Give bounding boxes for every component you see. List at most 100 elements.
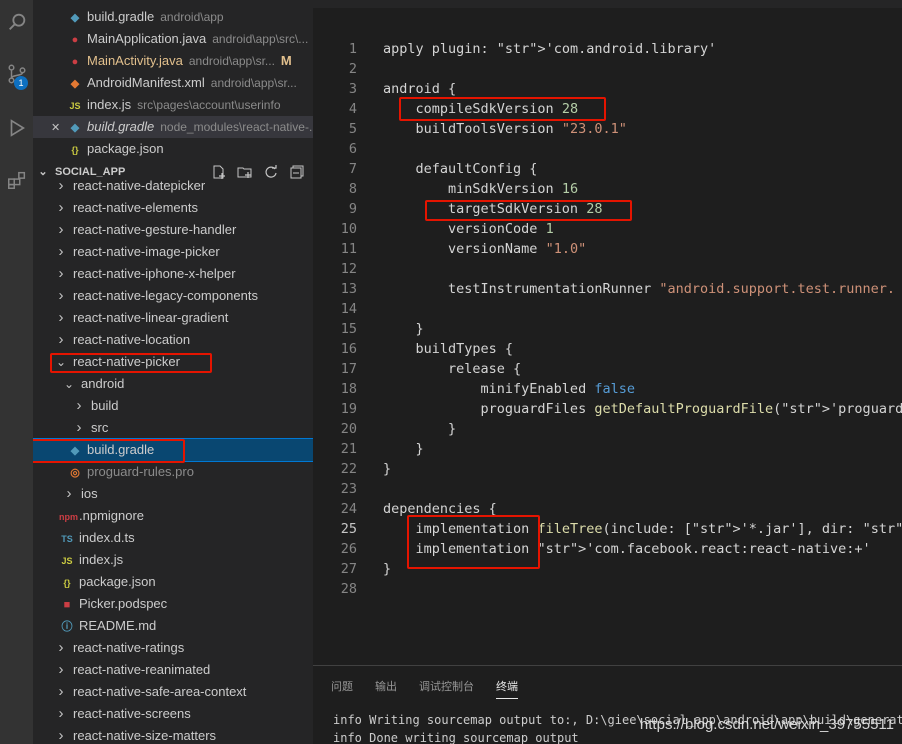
tree-file[interactable]: npm.npmignore — [33, 505, 313, 527]
md-icon: ⓘ — [61, 621, 73, 633]
terminal-line-2: info Done writing sourcemap output — [333, 731, 579, 744]
podspec-icon: ■ — [63, 599, 71, 611]
code-line: proguardFiles getDefaultProguardFile("st… — [383, 401, 902, 417]
tree-item-label: react-native-iphone-x-helper — [73, 266, 236, 281]
line-number: 20 — [340, 421, 357, 437]
chevron-right-icon: › — [66, 485, 72, 502]
run-debug-icon[interactable] — [0, 108, 33, 148]
code-line: apply plugin: "str">'com.android.library… — [383, 41, 717, 57]
open-editor-name: MainActivity.java — [87, 53, 183, 68]
tree-item-label: index.js — [79, 552, 124, 567]
extensions-icon[interactable] — [0, 160, 33, 200]
ts-icon: TS — [61, 534, 73, 544]
open-editor-name: MainApplication.java — [87, 31, 207, 46]
gradle-icon: ◆ — [70, 12, 80, 24]
open-editor-path: android\app\src\... — [212, 32, 309, 46]
chevron-down-icon: ⌄ — [63, 377, 75, 391]
panel-tab[interactable]: 终端 — [496, 678, 518, 699]
tree-file[interactable]: TS index.d.ts — [33, 527, 313, 549]
tree-folder[interactable]: › react-native-gesture-handler — [33, 219, 313, 241]
line-number: 23 — [340, 481, 357, 497]
tree-folder[interactable]: › react-native-image-picker — [33, 241, 313, 263]
highlight-tree-item — [50, 353, 212, 373]
line-number: 13 — [340, 281, 357, 297]
open-editor-item[interactable]: {} package.json — [33, 138, 313, 160]
open-editor-name: package.json — [87, 141, 164, 156]
panel-tab[interactable]: 问题 — [331, 678, 353, 699]
search-icon[interactable] — [0, 2, 33, 42]
tree-folder[interactable]: › react-native-legacy-components — [33, 285, 313, 307]
open-editor-item[interactable]: ✕ ◆ build.gradle node_modules\react-native-… — [33, 116, 313, 138]
line-number: 8 — [348, 181, 357, 197]
line-number: 27 — [340, 561, 357, 577]
tree-folder[interactable]: › react-native-location — [33, 329, 313, 351]
chevron-right-icon: › — [58, 727, 64, 744]
tree-file[interactable]: ■ Picker.podspec — [33, 593, 313, 615]
open-editor-name: index.js — [87, 97, 132, 112]
tree-file[interactable]: ⓘ README.md — [33, 615, 313, 637]
code-line: testInstrumentationRunner "android.suppo… — [383, 281, 896, 297]
open-editor-path: node_modules\react-native-... — [160, 120, 313, 134]
gradle-icon: ◆ — [70, 122, 80, 134]
xml-icon: ◆ — [70, 78, 80, 90]
tree-folder[interactable]: › react-native-screens — [33, 703, 313, 725]
tree-folder[interactable]: › react-native-reanimated — [33, 659, 313, 681]
open-editor-item[interactable]: ◆ build.gradle android\app — [33, 6, 313, 28]
tree-item-label: react-native-size-matters — [73, 728, 217, 743]
tree-folder[interactable]: › react-native-datepicker — [33, 175, 313, 197]
code-line: buildToolsVersion "23.0.1" — [383, 121, 627, 137]
open-editor-name: AndroidManifest.xml — [87, 75, 205, 90]
tree-folder[interactable]: › ios — [33, 483, 313, 505]
tree-folder[interactable]: ⌄ android — [33, 373, 313, 395]
tree-folder[interactable]: › react-native-linear-gradient — [33, 307, 313, 329]
tree-folder[interactable]: › react-native-size-matters — [33, 725, 313, 744]
line-number: 7 — [348, 161, 357, 177]
line-number: 4 — [348, 101, 357, 117]
js-icon: JS — [61, 556, 73, 566]
line-number: 9 — [348, 201, 357, 217]
tree-file[interactable]: JS index.js — [33, 549, 313, 571]
line-number: 18 — [340, 381, 357, 397]
open-editor-item[interactable]: JS index.js src\pages\account\userinfo — [33, 94, 313, 116]
open-editor-item[interactable]: ◆ AndroidManifest.xml android\app\sr... — [33, 72, 313, 94]
open-editor-name: build.gradle — [87, 119, 155, 134]
tree-item-label: react-native-elements — [73, 200, 198, 215]
tree-folder[interactable]: › react-native-elements — [33, 197, 313, 219]
panel-tab[interactable]: 输出 — [375, 678, 397, 699]
scm-badge: 1 — [14, 76, 28, 90]
tree-item-label: react-native-image-picker — [73, 244, 220, 259]
source-control-icon[interactable]: 1 — [0, 54, 33, 94]
code-line: } — [383, 321, 424, 337]
tree-file[interactable]: {} package.json — [33, 571, 313, 593]
code-line: } — [383, 441, 424, 457]
open-editor-item[interactable]: ● MainApplication.java android\app\src\... — [33, 28, 313, 50]
line-number: 26 — [340, 541, 357, 557]
chevron-right-icon: › — [76, 419, 82, 436]
highlight-compileSdkVersion — [399, 97, 606, 121]
open-editor-item[interactable]: ● MainActivity.java android\app\sr... M — [33, 50, 313, 72]
tree-item-label: .npmignore — [79, 508, 145, 523]
line-number: 19 — [340, 401, 357, 417]
panel-tab[interactable]: 调试控制台 — [419, 678, 474, 699]
code-editor[interactable]: 1 apply plugin: "str">'com.android.librar… — [313, 0, 902, 665]
json-icon: {} — [71, 145, 79, 155]
chevron-right-icon: › — [58, 639, 64, 656]
line-number: 28 — [340, 581, 357, 597]
line-number: 24 — [340, 501, 357, 517]
tree-folder[interactable]: › src — [33, 417, 313, 439]
java-icon: ● — [71, 56, 79, 68]
chevron-right-icon: › — [58, 177, 64, 194]
line-number: 12 — [340, 261, 357, 277]
npm-icon: npm — [59, 512, 78, 522]
tree-item-label: src — [91, 420, 109, 435]
tree-file[interactable]: ◎ proguard-rules.pro — [33, 461, 313, 483]
code-line: } — [383, 461, 392, 477]
tree-folder[interactable]: › react-native-safe-area-context — [33, 681, 313, 703]
chevron-right-icon: › — [58, 705, 64, 722]
tree-folder[interactable]: › build — [33, 395, 313, 417]
line-number: 3 — [348, 81, 357, 97]
tree-folder[interactable]: › react-native-ratings — [33, 637, 313, 659]
chevron-right-icon: › — [58, 331, 64, 348]
close-icon[interactable]: ✕ — [51, 117, 65, 138]
tree-folder[interactable]: › react-native-iphone-x-helper — [33, 263, 313, 285]
